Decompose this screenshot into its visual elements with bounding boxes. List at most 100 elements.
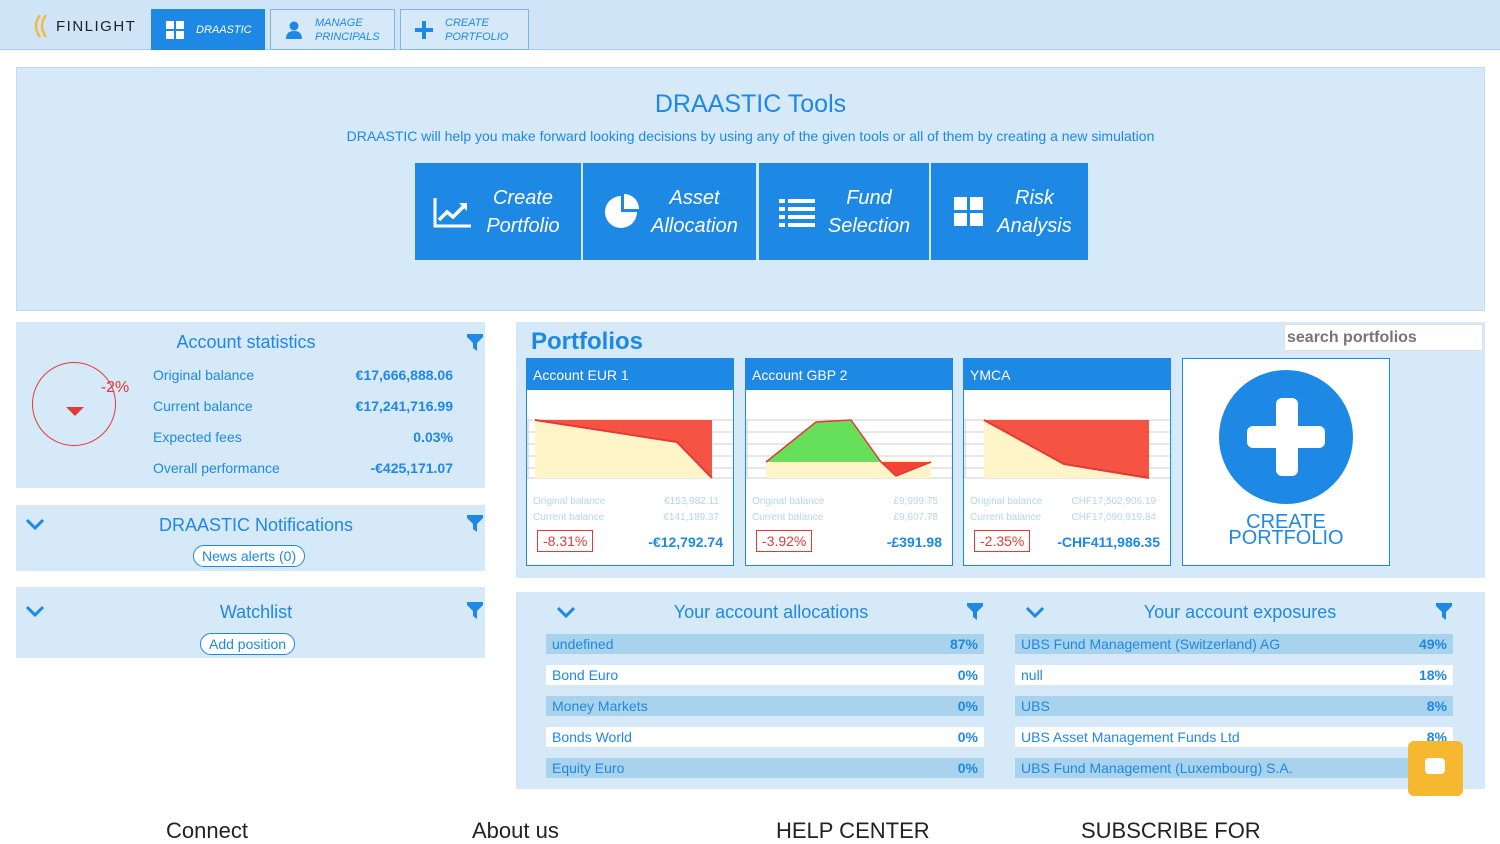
cur-value: €141,189.37 <box>663 512 719 523</box>
performance-badge: -2% <box>32 362 129 446</box>
filter-icon[interactable] <box>967 603 983 621</box>
stat-value: 0.03% <box>413 429 453 445</box>
orig-value: €153,982.11 <box>664 496 719 507</box>
stat-value: €17,241,716.99 <box>355 398 453 414</box>
original-balance-line: Original balance £9,999.75 <box>752 496 938 507</box>
chevron-down-icon[interactable] <box>26 605 44 617</box>
stat-row-expected-fees: Expected fees 0.03% <box>153 429 453 445</box>
chevron-down-icon[interactable] <box>1026 606 1044 618</box>
performance-amount: -£391.98 <box>886 534 942 550</box>
grid-icon <box>947 192 991 232</box>
tab-draastic[interactable]: DRAASTIC <box>151 9 265 50</box>
performance-badge-value: -2% <box>100 379 130 396</box>
watchlist-panel: Watchlist Add position <box>16 587 485 658</box>
portfolio-card-ymca[interactable]: YMCA Original balance CHF17,502,906.19 Cu… <box>963 358 1171 566</box>
allocation-value: 0% <box>957 698 978 714</box>
allocation-label: Equity Euro <box>552 760 625 776</box>
stat-label: Expected fees <box>153 429 242 445</box>
exposure-row: UBS Asset Management Funds Ltd 8% <box>1015 727 1453 747</box>
tool-label-line1: Fund <box>846 186 892 209</box>
exposure-label: null <box>1021 667 1043 683</box>
chevron-down-icon[interactable] <box>26 518 44 530</box>
tool-label-line2: Portfolio <box>486 214 560 237</box>
allocation-row: Bond Euro 0% <box>546 665 984 685</box>
tools-subtitle: DRAASTIC will help you make forward look… <box>346 128 1155 144</box>
brand-name: FINLIGHT <box>56 17 137 35</box>
tab-manage-principals[interactable]: MANAGE PRINCIPALS <box>270 9 395 50</box>
original-balance-line: Original balance €153,982.11 <box>533 496 719 507</box>
search-portfolios-input[interactable] <box>1284 324 1483 351</box>
allocation-label: Money Markets <box>552 698 648 714</box>
plus-circle-icon <box>1219 370 1353 504</box>
exposure-value: 8% <box>1426 698 1447 714</box>
original-balance-line: Original balance CHF17,502,906.19 <box>970 496 1156 507</box>
footer-heading-help: HELP CENTER <box>776 818 930 843</box>
cur-label: Current balance <box>752 512 824 523</box>
chevron-down-icon[interactable] <box>557 606 575 618</box>
portfolio-card-eur1[interactable]: Account EUR 1 Original balance €153,982.1… <box>526 358 734 566</box>
create-portfolio-card[interactable]: CREATE PORTFOLIO <box>1182 358 1390 566</box>
filter-icon[interactable] <box>467 334 483 352</box>
allocation-row: Bonds World 0% <box>546 727 984 747</box>
account-allocations-panel: Your account allocations undefined 87% Bo… <box>516 592 985 789</box>
tool-label-line1: Create <box>492 186 554 209</box>
fund-selection-tool-button[interactable]: Fund Selection <box>759 163 929 260</box>
filter-icon[interactable] <box>467 602 483 620</box>
finlight-logo-icon <box>34 14 47 38</box>
performance-percent: -8.31% <box>537 530 594 552</box>
filter-icon[interactable] <box>467 515 483 533</box>
stat-row-current-balance: Current balance €17,241,716.99 <box>153 398 453 414</box>
trend-chart-icon <box>431 192 475 232</box>
pie-chart-icon <box>599 192 643 232</box>
exposure-row: UBS 8% <box>1015 696 1453 716</box>
exposure-label: UBS <box>1021 698 1050 714</box>
notifications-panel: DRAASTIC Notifications News alerts (0) <box>16 505 485 571</box>
filter-icon[interactable] <box>1436 603 1452 621</box>
allocation-value: 0% <box>957 760 978 776</box>
tab-label: DRAASTIC <box>196 23 252 36</box>
tools-title: DRAASTIC Tools <box>654 90 847 118</box>
brand-logo[interactable]: FINLIGHT <box>30 12 136 40</box>
user-icon <box>285 21 303 39</box>
performance-percent: -3.92% <box>756 530 813 552</box>
exposure-row: UBS Fund Management (Switzerland) AG 49% <box>1015 634 1453 654</box>
chat-bubble-icon[interactable] <box>1408 741 1463 796</box>
portfolio-sparkline <box>746 419 952 479</box>
risk-analysis-tool-button[interactable]: Risk Analysis <box>931 163 1088 260</box>
exposures-title: Your account exposures <box>1143 602 1337 622</box>
create-portfolio-tool-button[interactable]: Create Portfolio <box>415 163 581 260</box>
current-balance-line: Current balance CHF17,090,919.84 <box>970 512 1156 523</box>
performance-percent: -2.35% <box>974 530 1031 552</box>
footer-heading-subscribe: SUBSCRIBE FOR <box>1081 818 1261 843</box>
tab-create-portfolio[interactable]: CREATE PORTFOLIO <box>400 9 529 50</box>
exposure-label: UBS Asset Management Funds Ltd <box>1021 729 1240 745</box>
account-statistics-title: Account statistics <box>176 332 316 352</box>
portfolios-title: Portfolios <box>531 328 643 355</box>
allocation-value: 0% <box>957 667 978 683</box>
allocation-value: 0% <box>957 729 978 745</box>
allocation-value: 87% <box>949 636 978 652</box>
portfolios-panel: Portfolios Account EUR 1 Original balanc… <box>516 322 1485 578</box>
portfolio-card-name: Account GBP 2 <box>746 359 952 390</box>
portfolio-card-gbp2[interactable]: Account GBP 2 Original balance £9,999.75 … <box>745 358 953 566</box>
list-icon <box>775 192 819 232</box>
orig-value: £9,999.75 <box>893 496 939 507</box>
tab-label: MANAGE PRINCIPALS <box>315 16 380 43</box>
add-position-button[interactable]: Add position <box>200 633 296 655</box>
allocation-row: Money Markets 0% <box>546 696 984 716</box>
cur-label: Current balance <box>970 512 1042 523</box>
allocation-row: Equity Euro 0% <box>546 758 984 778</box>
allocation-label: Bond Euro <box>552 667 619 683</box>
account-statistics-panel: Account statistics -2% Original balance €… <box>16 322 485 488</box>
stat-row-overall-performance: Overall performance -€425,171.07 <box>153 460 453 476</box>
tool-label-line2: Allocation <box>651 214 738 237</box>
news-alerts-button[interactable]: News alerts (0) <box>193 545 306 567</box>
performance-amount: -€12,792.74 <box>648 534 723 550</box>
exposure-label: UBS Fund Management (Switzerland) AG <box>1021 636 1281 652</box>
asset-allocation-tool-button[interactable]: Asset Allocation <box>583 163 756 260</box>
create-portfolio-label: CREATE PORTFOLIO <box>1183 512 1389 548</box>
performance-amount: -CHF411,986.35 <box>1057 534 1160 550</box>
allocation-label: undefined <box>552 636 614 652</box>
allocation-row: undefined 87% <box>546 634 984 654</box>
exposure-row: null 18% <box>1015 665 1453 685</box>
